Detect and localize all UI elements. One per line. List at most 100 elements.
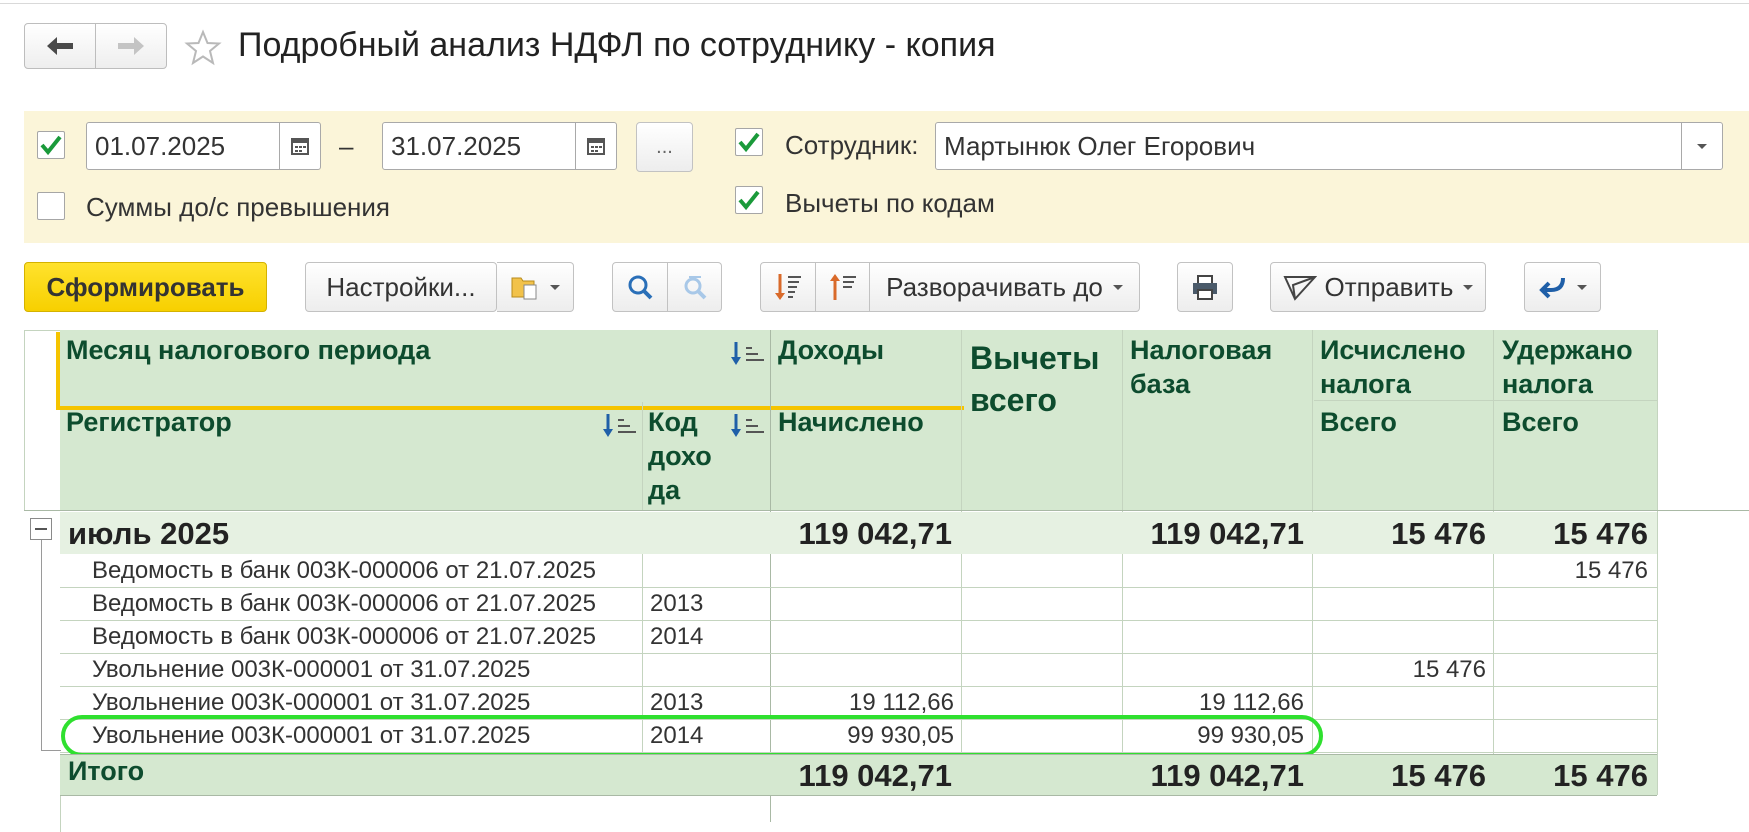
table-row[interactable]: Увольнение 003К-000001 от 31.07.2025 15 … bbox=[60, 653, 1657, 687]
checkmark-icon bbox=[738, 132, 760, 153]
employee-label: Сотрудник: bbox=[785, 130, 919, 160]
action-arrow-icon bbox=[1538, 277, 1565, 299]
row-accrued bbox=[772, 554, 962, 587]
chevron-down-icon[interactable] bbox=[1681, 123, 1722, 169]
arrow-left-icon bbox=[47, 37, 73, 55]
total-tax-calc: 15 476 bbox=[1391, 758, 1486, 793]
row-tax-withheld bbox=[1496, 719, 1656, 752]
row-tax-withheld bbox=[1496, 620, 1656, 653]
header-tax-withheld-total[interactable]: Всего bbox=[1496, 402, 1656, 442]
header-code[interactable]: Код дохо да bbox=[642, 402, 722, 510]
chevron-down-icon bbox=[1112, 284, 1123, 290]
search-cancel-icon bbox=[684, 276, 706, 300]
grid-line bbox=[24, 510, 1749, 511]
date-to-value: 31.07.2025 bbox=[391, 130, 522, 161]
date-from-value: 01.07.2025 bbox=[95, 130, 226, 161]
settings-button[interactable]: Настройки... bbox=[305, 262, 497, 312]
deductions-label: Вычеты по кодам bbox=[785, 188, 995, 218]
table-row[interactable]: Ведомость в банк 003К-000006 от 21.07.20… bbox=[60, 554, 1657, 588]
arrow-right-icon bbox=[118, 37, 144, 55]
row-registrar: Ведомость в банк 003К-000006 от 21.07.20… bbox=[92, 623, 596, 650]
sort-asc-button[interactable] bbox=[816, 262, 870, 312]
expand-to-button[interactable]: Разворачивать до bbox=[870, 262, 1140, 312]
total-tax-base: 119 042,71 bbox=[1150, 758, 1304, 793]
variants-button[interactable] bbox=[497, 262, 574, 312]
row-registrar: Ведомость в банк 003К-000006 от 21.07.20… bbox=[92, 590, 596, 617]
group-tax-base: 119 042,71 bbox=[1150, 516, 1304, 551]
header-tax-base[interactable]: Налоговая база bbox=[1124, 330, 1312, 404]
employee-checkbox[interactable] bbox=[735, 128, 763, 156]
employee-value: Мартынюк Олег Егорович bbox=[944, 130, 1256, 161]
sort-desc-button[interactable] bbox=[760, 262, 816, 312]
header-tax-withheld[interactable]: Удержано налога bbox=[1496, 330, 1656, 404]
expand-to-label: Разворачивать до bbox=[886, 271, 1103, 302]
total-tax-withheld: 15 476 bbox=[1553, 758, 1648, 793]
employee-field[interactable]: Мартынюк Олег Егорович bbox=[935, 122, 1723, 170]
grid-line bbox=[642, 402, 643, 510]
period-checkbox[interactable] bbox=[37, 131, 65, 159]
header-registrar[interactable]: Регистратор bbox=[60, 402, 600, 442]
sort-asc-icon bbox=[829, 274, 856, 300]
period-select-button[interactable]: ... bbox=[636, 122, 693, 172]
search-cancel-button[interactable] bbox=[668, 262, 722, 312]
tree-line bbox=[41, 750, 61, 751]
date-from-field[interactable]: 01.07.2025 bbox=[86, 122, 321, 170]
row-tax-calc bbox=[1314, 686, 1494, 719]
checkmark-icon bbox=[738, 190, 760, 211]
folder-icon bbox=[511, 277, 537, 300]
table-row[interactable]: Ведомость в банк 003К-000006 от 21.07.20… bbox=[60, 620, 1657, 654]
row-accrued bbox=[772, 653, 962, 686]
header-tax-calc-total[interactable]: Всего bbox=[1314, 402, 1494, 442]
row-tax-withheld: 15 476 bbox=[1574, 557, 1648, 584]
date-to-field[interactable]: 31.07.2025 bbox=[382, 122, 617, 170]
grid-line bbox=[1657, 330, 1658, 795]
header-tax-calc[interactable]: Исчислено налога bbox=[1314, 330, 1494, 404]
send-icon bbox=[1282, 276, 1317, 301]
more-actions-button[interactable] bbox=[1524, 262, 1601, 312]
header-month[interactable]: Месяц налогового периода bbox=[60, 330, 770, 370]
search-icon bbox=[628, 275, 653, 300]
printer-icon bbox=[1193, 275, 1217, 300]
chevron-down-icon bbox=[1463, 284, 1474, 290]
total-label: Итого bbox=[68, 756, 145, 786]
row-tax-base bbox=[1124, 554, 1312, 587]
row-tax-calc: 15 476 bbox=[1412, 656, 1486, 683]
group-tax-withheld: 15 476 bbox=[1553, 516, 1648, 551]
row-registrar: Ведомость в банк 003К-000006 от 21.07.20… bbox=[92, 557, 596, 584]
print-button[interactable] bbox=[1177, 262, 1233, 312]
send-button[interactable]: Отправить bbox=[1270, 262, 1486, 312]
row-tax-calc bbox=[1314, 554, 1494, 587]
calendar-icon[interactable] bbox=[279, 123, 320, 169]
back-button[interactable] bbox=[24, 23, 96, 69]
row-registrar: Увольнение 003К-000001 от 31.07.2025 bbox=[92, 656, 531, 683]
sort-icon[interactable] bbox=[602, 412, 638, 440]
row-tax-withheld bbox=[1496, 686, 1656, 719]
row-tax-withheld bbox=[1496, 587, 1656, 620]
header-accrued[interactable]: Начислено bbox=[772, 402, 962, 442]
generate-button[interactable]: Сформировать bbox=[24, 262, 267, 312]
period-dash: – bbox=[339, 131, 354, 161]
sort-icon[interactable] bbox=[730, 412, 766, 440]
send-label: Отправить bbox=[1324, 271, 1454, 302]
calendar-icon[interactable] bbox=[575, 123, 616, 169]
forward-button[interactable] bbox=[95, 23, 167, 69]
deductions-checkbox[interactable] bbox=[735, 186, 763, 214]
row-code: 2013 bbox=[650, 590, 704, 617]
search-button[interactable] bbox=[612, 262, 668, 312]
table-row[interactable]: Ведомость в банк 003К-000006 от 21.07.20… bbox=[60, 587, 1657, 621]
sort-icon[interactable] bbox=[730, 340, 766, 368]
exceed-checkbox[interactable] bbox=[37, 192, 65, 220]
star-icon[interactable] bbox=[184, 29, 222, 67]
collapse-icon[interactable] bbox=[30, 518, 52, 540]
header-income[interactable]: Доходы bbox=[772, 330, 962, 370]
grid-line bbox=[60, 796, 61, 832]
report-left-border bbox=[24, 330, 25, 510]
exceed-label: Суммы до/с превышения bbox=[86, 192, 391, 222]
row-tax-calc bbox=[1314, 620, 1494, 653]
row-tax-calc bbox=[1314, 719, 1494, 752]
total-accrued: 119 042,71 bbox=[798, 758, 952, 793]
row-code bbox=[642, 554, 770, 587]
row-code bbox=[642, 653, 770, 686]
row-tax-withheld bbox=[1496, 653, 1656, 686]
header-deductions[interactable]: Вычеты всего bbox=[964, 334, 1120, 424]
